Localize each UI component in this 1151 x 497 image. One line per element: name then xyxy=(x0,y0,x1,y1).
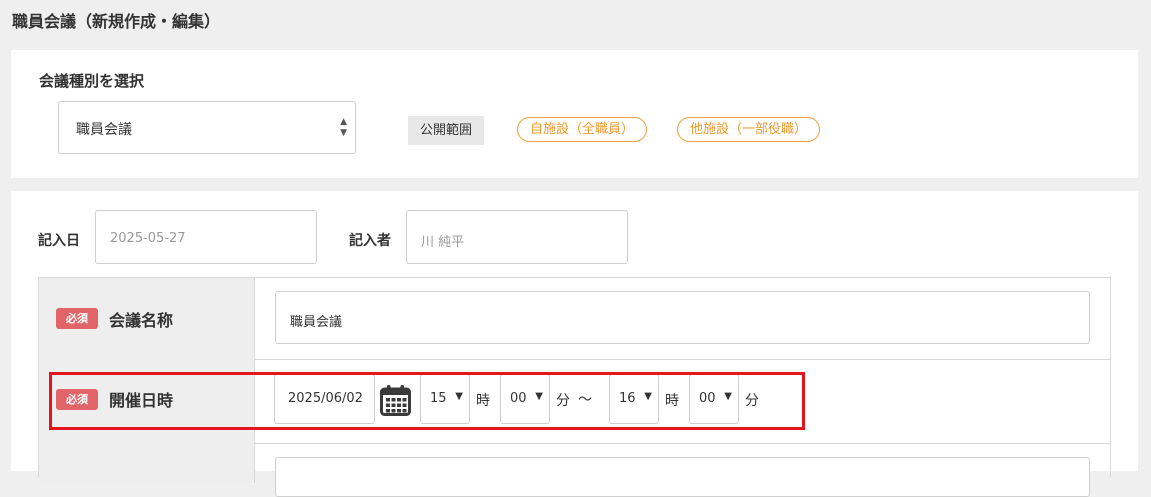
chevron-down-icon: ▼ xyxy=(644,391,652,402)
entry-date-label: 記入日 xyxy=(38,233,80,249)
chevron-down-icon: ▼ xyxy=(535,391,543,402)
scope-tag-other-facility: 他施設（一部役職） xyxy=(677,117,821,142)
row-header xyxy=(39,443,255,483)
scope-label: 公開範囲 xyxy=(408,116,485,145)
table-row-meeting-name: 必須 会議名称 職員会議 xyxy=(39,278,1110,360)
calendar-icon[interactable] xyxy=(380,384,411,416)
author-label: 記入者 xyxy=(349,233,391,249)
table-row-next xyxy=(39,443,1110,497)
start-minute-select[interactable]: 00 ▼ xyxy=(500,374,550,424)
meeting-date-input[interactable]: 2025/06/02 xyxy=(274,374,375,424)
select-updown-icon: ▲ ▼ xyxy=(340,117,347,138)
start-hour-select[interactable]: 15 ▼ xyxy=(420,374,470,424)
required-badge: 必須 xyxy=(56,308,98,329)
end-hour-value: 16 xyxy=(619,391,636,406)
next-field-input[interactable] xyxy=(275,457,1090,497)
row-header: 必須 開催日時 xyxy=(39,359,255,443)
scope-tag-own-facility: 自施設（全職員） xyxy=(517,117,648,142)
required-badge: 必須 xyxy=(56,389,98,410)
meeting-type-select[interactable]: 職員会議 ▲ ▼ xyxy=(58,101,356,154)
start-hour-value: 15 xyxy=(430,391,447,406)
meeting-type-selected: 職員会議 xyxy=(76,122,132,138)
meeting-type-card: 会議種別を選択 職員会議 ▲ ▼ 公開範囲 自施設（全職員） 他施設（一部役職） xyxy=(11,50,1138,178)
author-field[interactable]: 川 純平 xyxy=(406,210,628,264)
meeting-name-label: 会議名称 xyxy=(109,311,174,330)
page-title: 職員会議（新規作成・編集） xyxy=(12,12,221,31)
end-hour-select[interactable]: 16 ▼ xyxy=(609,374,659,424)
end-minute-value: 00 xyxy=(699,391,716,406)
chevron-down-icon: ▼ xyxy=(724,391,732,402)
row-header: 必須 会議名称 xyxy=(39,278,255,359)
end-minute-select[interactable]: 00 ▼ xyxy=(689,374,739,424)
minute-unit: 分 xyxy=(556,393,570,409)
minute-unit: 分 xyxy=(745,393,759,409)
meeting-type-label: 会議種別を選択 xyxy=(39,72,145,90)
meeting-name-input[interactable]: 職員会議 xyxy=(275,291,1090,344)
entry-date-field[interactable]: 2025-05-27 xyxy=(95,210,317,264)
chevron-down-icon: ▼ xyxy=(455,391,463,402)
meeting-form-card: 記入日 2025-05-27 記入者 川 純平 必須 会議名称 職員会議 必須 … xyxy=(11,191,1138,497)
range-separator: 〜 xyxy=(578,392,592,408)
table-row-datetime: 必須 開催日時 2025/06/02 15 ▼ 時 00 ▼ 分 〜 16 ▼ … xyxy=(39,359,1110,444)
start-minute-value: 00 xyxy=(510,391,527,406)
datetime-label: 開催日時 xyxy=(109,391,174,410)
form-table: 必須 会議名称 職員会議 必須 開催日時 2025/06/02 15 ▼ 時 0… xyxy=(38,277,1111,497)
hour-unit: 時 xyxy=(476,393,490,409)
hour-unit: 時 xyxy=(665,393,679,409)
